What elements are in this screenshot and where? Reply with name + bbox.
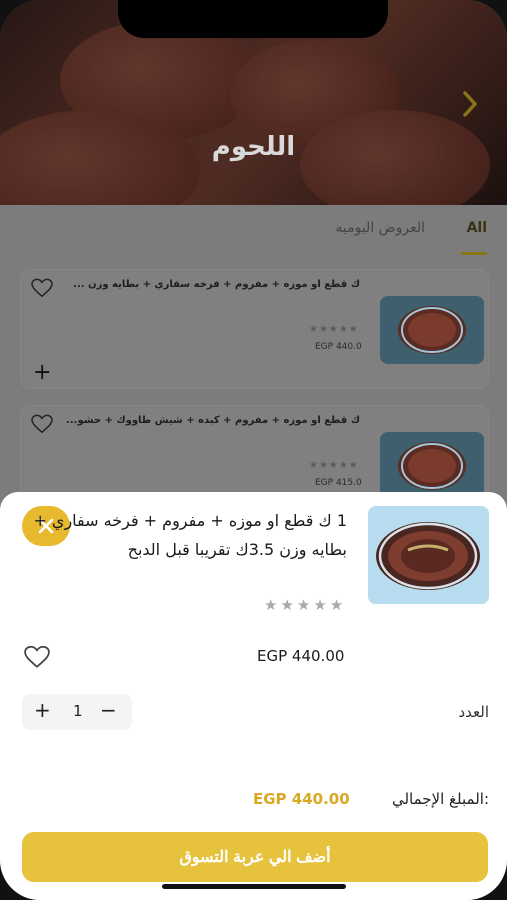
add-to-cart-button[interactable]: أضف الي عربة التسوق	[22, 832, 488, 882]
quantity-stepper: + 1 −	[22, 694, 132, 730]
category-title: اللحوم	[211, 132, 296, 162]
tab-bar: All العروض اليوميه	[0, 205, 507, 257]
product-image	[380, 432, 484, 500]
heart-icon[interactable]	[31, 414, 53, 434]
product-image	[368, 506, 489, 604]
decrease-quantity-button[interactable]: −	[100, 698, 117, 722]
product-title: ك قطع او موزه + مفروم + فرخه سفاري + بطا…	[73, 279, 360, 290]
add-to-cart-plus-icon[interactable]: +	[33, 362, 51, 384]
add-to-cart-label: أضف الي عربة التسوق	[179, 849, 331, 866]
quantity-value: 1	[73, 702, 83, 720]
product-rating: ★★★★★	[264, 596, 347, 614]
increase-quantity-button[interactable]: +	[34, 698, 51, 722]
product-image	[380, 296, 484, 364]
device-notch	[118, 0, 388, 38]
product-price: EGP 415.0	[315, 478, 362, 488]
tab-all[interactable]: All	[467, 220, 487, 236]
screen: اللحوم All العروض اليوميه ك قطع او موزه …	[0, 0, 507, 900]
total-value: EGP 440.00	[253, 790, 350, 808]
product-card[interactable]: ك قطع او موزه + مفروم + فرخه سفاري + بطا…	[20, 269, 489, 389]
home-indicator	[162, 884, 346, 889]
active-tab-indicator	[461, 252, 487, 255]
product-rating: ★★★★★	[309, 324, 359, 335]
chevron-right-icon[interactable]	[456, 90, 484, 118]
heart-icon[interactable]	[31, 278, 53, 298]
product-title: ك قطع او موزه + مفروم + كبده + شيش طاووك…	[66, 415, 360, 426]
quantity-label: العدد	[458, 703, 489, 721]
tab-daily-offers[interactable]: العروض اليوميه	[335, 220, 425, 236]
product-detail-sheet: 1 ك قطع او موزه + مفروم + فرخه سفاري + ب…	[0, 492, 507, 900]
total-label: المبلغ الإجمالي:	[391, 790, 489, 808]
product-price: EGP 440.0	[315, 342, 362, 352]
product-price: EGP 440.00	[257, 647, 345, 665]
product-rating: ★★★★★	[309, 460, 359, 471]
heart-icon[interactable]	[24, 645, 50, 669]
product-title: 1 ك قطع او موزه + مفروم + فرخه سفاري + ب…	[33, 511, 347, 559]
